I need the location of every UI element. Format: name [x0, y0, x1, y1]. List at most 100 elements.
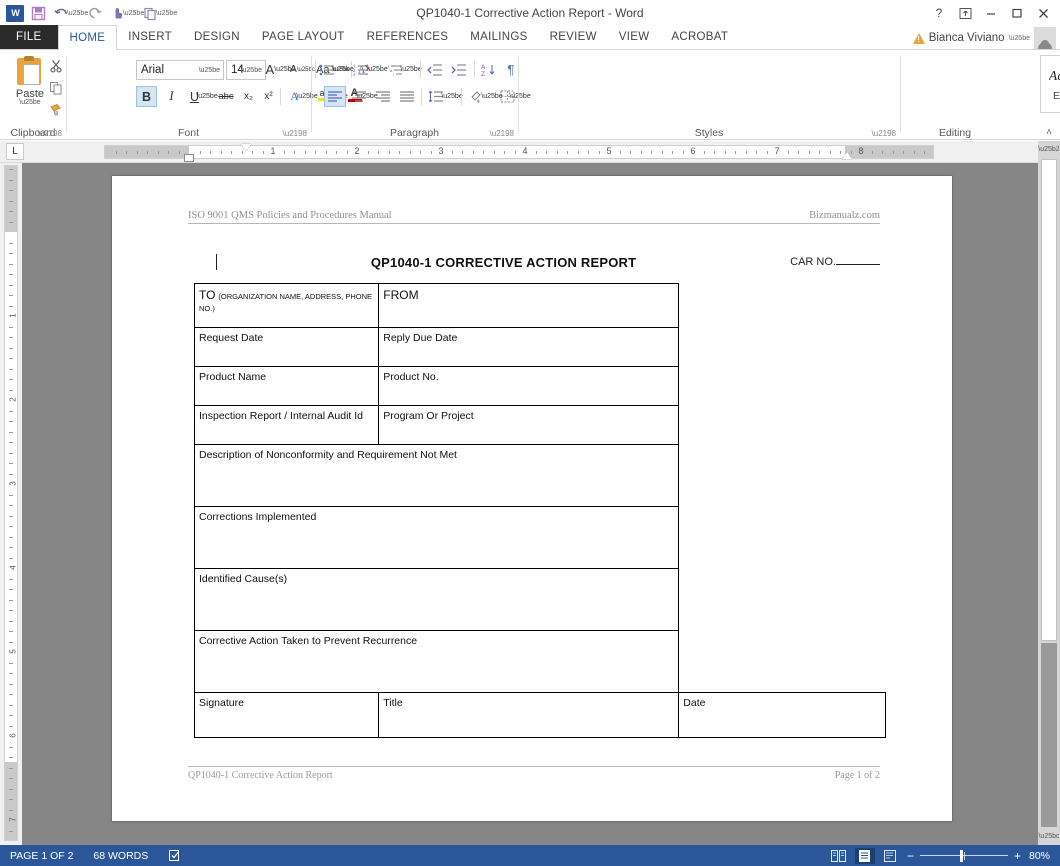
- font-size-input[interactable]: 14 \u25be: [226, 60, 266, 80]
- word-count[interactable]: 68 WORDS: [83, 850, 158, 862]
- print-layout-view-button[interactable]: [854, 847, 875, 864]
- right-indent-marker[interactable]: [842, 152, 852, 159]
- multilevel-caret-icon[interactable]: \u25be: [400, 59, 421, 80]
- table-cell-to[interactable]: TO (ORGANIZATION NAME, ADDRESS, PHONE NO…: [193, 283, 380, 328]
- table-cell-title[interactable]: Title: [378, 692, 680, 738]
- tab-review[interactable]: REVIEW: [539, 25, 608, 49]
- zoom-slider[interactable]: [919, 848, 1008, 864]
- table-cell-signature[interactable]: Signature: [193, 692, 380, 738]
- shrink-font-button[interactable]: A \u25bc: [290, 59, 315, 80]
- read-mode-view-button[interactable]: [829, 848, 849, 864]
- tab-page-layout[interactable]: PAGE LAYOUT: [251, 25, 356, 49]
- touch-mouse-mode-icon[interactable]: [106, 2, 128, 24]
- superscript-button[interactable]: x²: [258, 86, 279, 107]
- maximize-button[interactable]: [1004, 2, 1030, 24]
- scroll-down-icon[interactable]: \u25bc: [1038, 828, 1060, 845]
- justify-icon[interactable]: [396, 86, 418, 107]
- table-cell-description-nonconformity[interactable]: Description of Nonconformity and Require…: [193, 444, 680, 507]
- styles-dialog-launcher[interactable]: \u2198: [872, 129, 896, 138]
- customize-qat-icon[interactable]: [139, 2, 161, 24]
- font-name-input[interactable]: Arial \u25be: [136, 60, 224, 80]
- zoom-out-button[interactable]: −: [907, 849, 914, 863]
- redo-icon[interactable]: [83, 2, 105, 24]
- table-cell-program-or-project[interactable]: Program Or Project: [378, 405, 680, 445]
- paste-dropdown-caret-icon[interactable]: \u25be: [19, 99, 40, 106]
- decrease-indent-icon[interactable]: [424, 59, 446, 80]
- horizontal-ruler[interactable]: L 12345678: [0, 141, 1060, 163]
- web-layout-view-button[interactable]: [881, 848, 901, 864]
- zoom-slider-thumb[interactable]: [960, 849, 964, 862]
- document-page[interactable]: ISO 9001 QMS Policies and Procedures Man…: [112, 176, 952, 821]
- tab-insert[interactable]: INSERT: [117, 25, 183, 49]
- table-cell-date[interactable]: Date: [678, 692, 886, 738]
- format-painter-button[interactable]: [46, 100, 66, 120]
- bullets-caret-icon[interactable]: \u25be: [332, 59, 353, 80]
- numbering-caret-icon[interactable]: \u25be: [366, 59, 387, 80]
- save-icon[interactable]: [27, 2, 49, 24]
- tab-file[interactable]: FILE: [0, 25, 58, 49]
- car-number-field[interactable]: CAR NO.: [790, 256, 880, 268]
- table-cell-request-date[interactable]: Request Date: [193, 327, 380, 367]
- undo-icon[interactable]: [50, 2, 72, 24]
- clipboard-dialog-launcher[interactable]: \u2198: [38, 129, 62, 138]
- line-spacing-caret-icon[interactable]: \u25be: [441, 86, 462, 107]
- zoom-in-button[interactable]: +: [1014, 849, 1021, 863]
- proofing-errors-icon[interactable]: [158, 849, 192, 862]
- tab-view[interactable]: VIEW: [608, 25, 661, 49]
- avatar[interactable]: [1034, 27, 1056, 49]
- tab-stop-selector[interactable]: L: [6, 143, 24, 160]
- touch-mode-dropdown-caret-icon[interactable]: \u25be: [123, 2, 144, 24]
- align-left-icon[interactable]: [324, 86, 346, 107]
- account-dropdown-caret-icon[interactable]: \u25be: [1009, 35, 1030, 42]
- paragraph-dialog-launcher[interactable]: \u2198: [490, 129, 514, 138]
- vertical-scrollbar[interactable]: \u25b2 \u25bc: [1038, 141, 1060, 845]
- first-line-indent-marker[interactable]: [241, 144, 251, 151]
- font-size-caret-icon[interactable]: \u25be: [241, 67, 262, 74]
- collapse-ribbon-icon[interactable]: ˄: [1046, 127, 1052, 138]
- close-button[interactable]: [1030, 2, 1056, 24]
- italic-button[interactable]: I: [161, 86, 182, 107]
- copy-button[interactable]: [46, 78, 66, 98]
- table-cell-identified-causes[interactable]: Identified Cause(s): [193, 568, 680, 631]
- grow-font-button[interactable]: A \u25b2: [265, 59, 295, 80]
- tab-home[interactable]: HOME: [57, 25, 118, 50]
- tab-design[interactable]: DESIGN: [183, 25, 251, 49]
- qat-more-caret-icon[interactable]: \u25be: [156, 2, 177, 24]
- horizontal-ruler-track[interactable]: 12345678: [104, 144, 934, 162]
- undo-dropdown-caret-icon[interactable]: \u25be: [67, 2, 88, 24]
- table-cell-from[interactable]: FROM: [378, 283, 680, 328]
- scrollbar-track-lower[interactable]: [1041, 643, 1057, 827]
- ribbon-display-options-icon[interactable]: [952, 2, 978, 24]
- subscript-button[interactable]: x₂: [238, 86, 259, 107]
- page-indicator[interactable]: PAGE 1 OF 2: [0, 850, 83, 862]
- align-center-icon[interactable]: [348, 86, 370, 107]
- table-cell-product-no[interactable]: Product No.: [378, 366, 680, 406]
- table-cell-inspection-report[interactable]: Inspection Report / Internal Audit Id: [193, 405, 380, 445]
- scroll-up-icon[interactable]: \u25b2: [1038, 141, 1060, 158]
- tab-acrobat[interactable]: ACROBAT: [660, 25, 739, 49]
- zoom-level[interactable]: 80%: [1027, 850, 1054, 862]
- tab-mailings[interactable]: MAILINGS: [459, 25, 538, 49]
- help-icon[interactable]: ?: [926, 2, 952, 24]
- corrective-action-form-table[interactable]: TO (ORGANIZATION NAME, ADDRESS, PHONE NO…: [193, 283, 886, 738]
- table-cell-corrective-action[interactable]: Corrective Action Taken to Prevent Recur…: [193, 630, 680, 693]
- font-dialog-launcher[interactable]: \u2198: [283, 129, 307, 138]
- left-indent-marker[interactable]: [184, 154, 194, 162]
- cut-button[interactable]: [46, 56, 66, 76]
- scrollbar-thumb[interactable]: [1041, 159, 1057, 641]
- vertical-ruler[interactable]: 1234567: [0, 163, 22, 845]
- underline-dropdown-caret-icon[interactable]: \u25be: [196, 86, 217, 107]
- increase-indent-icon[interactable]: [448, 59, 470, 80]
- table-cell-reply-due-date[interactable]: Reply Due Date: [378, 327, 680, 367]
- font-name-caret-icon[interactable]: \u25be: [199, 67, 220, 74]
- shading-caret-icon[interactable]: \u25be: [481, 86, 502, 107]
- bold-button[interactable]: B: [136, 86, 157, 107]
- sort-icon[interactable]: AZ: [478, 59, 500, 80]
- table-cell-corrections-implemented[interactable]: Corrections Implemented: [193, 506, 680, 569]
- tab-references[interactable]: REFERENCES: [356, 25, 460, 49]
- document-canvas[interactable]: ISO 9001 QMS Policies and Procedures Man…: [22, 163, 1038, 845]
- vertical-ruler-track[interactable]: 1234567: [4, 165, 18, 841]
- minimize-button[interactable]: [978, 2, 1004, 24]
- account-area[interactable]: Bianca Viviano \u25be: [912, 27, 1056, 49]
- table-cell-product-name[interactable]: Product Name: [193, 366, 380, 406]
